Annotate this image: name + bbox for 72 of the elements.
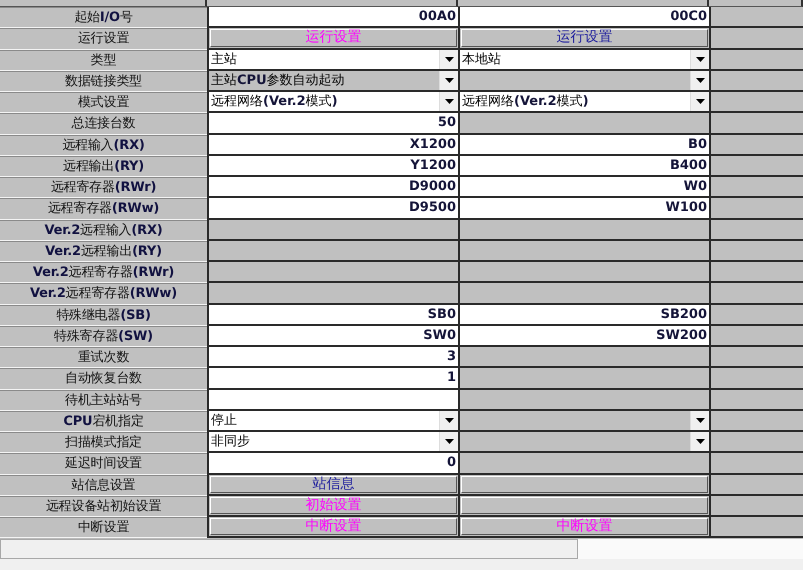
caret-icon bbox=[444, 418, 454, 423]
value-field[interactable]: SW200 bbox=[458, 326, 709, 347]
row-label: 中断设置 bbox=[0, 517, 207, 538]
caret-icon bbox=[696, 78, 704, 83]
value-field[interactable]: X1200 bbox=[207, 134, 458, 156]
value-field[interactable]: B0 bbox=[458, 134, 709, 156]
value-field[interactable]: 1 bbox=[207, 368, 458, 390]
caret-icon bbox=[696, 439, 704, 444]
row-label: Ver.2远程寄存器(RWr) bbox=[0, 262, 207, 284]
settings-button[interactable] bbox=[461, 476, 708, 493]
row-label: Ver.2远程输入(RX) bbox=[0, 220, 207, 241]
scrollbar[interactable] bbox=[0, 538, 803, 560]
row-label: 起始I/O号 bbox=[0, 7, 207, 28]
dropdown-field[interactable]: 远程网络(Ver.2模式) bbox=[207, 92, 458, 114]
row-label: 运行设置 bbox=[0, 28, 207, 50]
value-field[interactable] bbox=[207, 390, 458, 411]
row-label: 扫描模式指定 bbox=[0, 432, 207, 454]
row-label: CPU宕机指定 bbox=[0, 410, 207, 432]
value-field[interactable]: SB0 bbox=[207, 304, 458, 326]
dropdown-button[interactable] bbox=[439, 410, 458, 430]
row-label: 远程设备站初始设置 bbox=[0, 496, 207, 517]
caret-icon bbox=[444, 439, 454, 444]
value-field[interactable]: Y1200 bbox=[207, 156, 458, 177]
caret-icon bbox=[696, 99, 704, 104]
dropdown-field[interactable]: 本地站 bbox=[458, 50, 709, 71]
row-label: 重试次数 bbox=[0, 347, 207, 368]
dropdown-button[interactable] bbox=[439, 92, 458, 112]
value-field[interactable]: D9000 bbox=[207, 177, 458, 198]
row-label: Ver.2远程寄存器(RWw) bbox=[0, 283, 207, 304]
caret-icon bbox=[696, 418, 704, 423]
row-label: 站信息设置 bbox=[0, 474, 207, 496]
row-label: 总连接台数 bbox=[0, 113, 207, 134]
settings-button[interactable]: 运行设置 bbox=[461, 29, 708, 46]
scrollbar-thumb[interactable] bbox=[0, 539, 578, 560]
value-field[interactable]: D9500 bbox=[207, 198, 458, 220]
row-label: 特殊继电器(SB) bbox=[0, 304, 207, 326]
row-label: 特殊寄存器(SW) bbox=[0, 326, 207, 347]
dropdown-button[interactable] bbox=[439, 50, 458, 69]
settings-button[interactable]: 站信息 bbox=[210, 476, 457, 493]
row-label: 待机主站站号 bbox=[0, 390, 207, 411]
value-field[interactable]: W0 bbox=[458, 177, 709, 198]
value-field[interactable]: 3 bbox=[207, 347, 458, 368]
caret-icon bbox=[444, 56, 454, 62]
caret-icon bbox=[696, 56, 704, 62]
dropdown-button[interactable] bbox=[439, 432, 458, 452]
row-label: 延迟时间设置 bbox=[0, 453, 207, 474]
value-field[interactable]: B400 bbox=[458, 156, 709, 177]
value-field[interactable]: 50 bbox=[207, 113, 458, 134]
row-label: 类型 bbox=[0, 50, 207, 71]
dropdown-button[interactable] bbox=[690, 92, 709, 112]
row-label: Ver.2远程输出(RY) bbox=[0, 240, 207, 262]
value-field[interactable]: 00C0 bbox=[458, 7, 709, 28]
dropdown-field[interactable]: 停止 bbox=[207, 410, 458, 432]
settings-button[interactable] bbox=[461, 496, 708, 514]
value-field[interactable]: SB200 bbox=[458, 304, 709, 326]
dropdown-field[interactable]: 非同步 bbox=[207, 432, 458, 454]
row-label: 远程寄存器(RWr) bbox=[0, 177, 207, 198]
value-field[interactable]: 0 bbox=[207, 453, 458, 474]
row-label: 数据链接类型 bbox=[0, 70, 207, 92]
row-label: 远程寄存器(RWw) bbox=[0, 198, 207, 220]
row-label: 模式设置 bbox=[0, 92, 207, 114]
value-field[interactable]: SW0 bbox=[207, 326, 458, 347]
dropdown-field[interactable]: 主站 bbox=[207, 50, 458, 71]
caret-icon bbox=[444, 78, 454, 83]
row-label: 远程输出(RY) bbox=[0, 156, 207, 177]
value-field[interactable]: W100 bbox=[458, 198, 709, 220]
row-label: 自动恢复台数 bbox=[0, 368, 207, 390]
dropdown-field[interactable]: 远程网络(Ver.2模式) bbox=[458, 92, 709, 114]
value-field[interactable]: 00A0 bbox=[207, 7, 458, 28]
caret-icon bbox=[444, 99, 454, 104]
dropdown-button[interactable] bbox=[690, 50, 709, 69]
row-label: 远程输入(RX) bbox=[0, 134, 207, 156]
